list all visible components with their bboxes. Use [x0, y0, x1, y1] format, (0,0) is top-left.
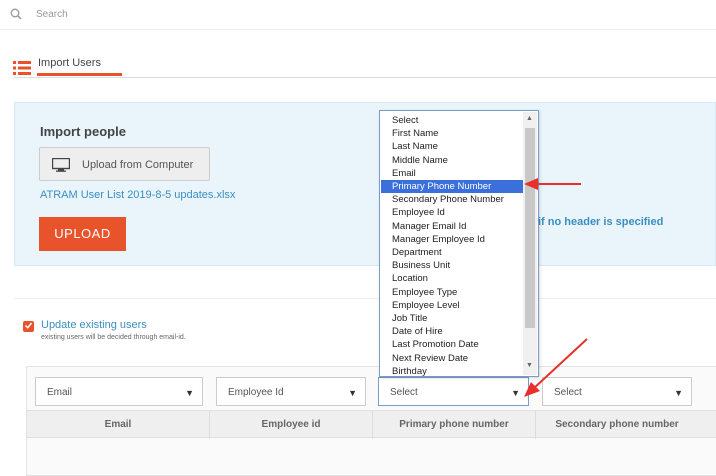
- update-existing-sublabel: existing users will be decided through e…: [41, 334, 186, 341]
- caret-down-icon: ▼: [348, 388, 357, 398]
- column-mapping-select-4[interactable]: Select ▼: [542, 377, 692, 406]
- scroll-up-icon[interactable]: ▲: [526, 115, 533, 122]
- dropdown-option[interactable]: Manager Email Id: [381, 220, 523, 233]
- search-placeholder[interactable]: Search: [36, 9, 68, 20]
- dropdown-option[interactable]: Manager Employee Id: [381, 233, 523, 246]
- scroll-down-icon[interactable]: ▼: [526, 362, 533, 369]
- column-header-secondary-phone: Secondary phone number: [555, 419, 679, 430]
- table-header-row: Email Employee id Primary phone number S…: [27, 410, 716, 439]
- dropdown-option[interactable]: Employee Level: [381, 299, 523, 312]
- select-value: Select: [390, 387, 418, 398]
- mapping-select-row: Email ▼ Employee Id ▼ Select ▼ Select ▼: [27, 373, 716, 410]
- import-panel: Import people Upload from Computer ATRAM…: [14, 102, 716, 266]
- dropdown-option[interactable]: Primary Phone Number: [381, 180, 523, 193]
- caret-down-icon: ▼: [511, 388, 520, 398]
- dropdown-option[interactable]: Department: [381, 246, 523, 259]
- update-existing-label[interactable]: Update existing users: [41, 319, 147, 331]
- tab-import-users[interactable]: Import Users: [38, 57, 101, 69]
- dropdown-option[interactable]: Birthday: [381, 365, 523, 378]
- dropdown-option[interactable]: Business Unit: [381, 259, 523, 272]
- dropdown-option[interactable]: Middle Name: [381, 154, 523, 167]
- active-tab-indicator: [37, 73, 122, 76]
- dropdown-option[interactable]: Next Review Date: [381, 352, 523, 365]
- column-header-employee-id: Employee id: [261, 419, 321, 430]
- column-header-email: Email: [104, 419, 132, 430]
- update-existing-checkbox[interactable]: [23, 321, 34, 332]
- column-header-primary-phone: Primary phone number: [399, 419, 509, 430]
- dropdown-option[interactable]: Location: [381, 272, 523, 285]
- column-mapping-select-1[interactable]: Email ▼: [35, 377, 203, 406]
- header-note: if no header is specified: [538, 216, 664, 228]
- dropdown-option[interactable]: Date of Hire: [381, 325, 523, 338]
- dropdown-option[interactable]: Employee Type: [381, 286, 523, 299]
- dropdown-option[interactable]: Email: [381, 167, 523, 180]
- dropdown-scrollbar[interactable]: ▲ ▼: [523, 112, 537, 375]
- selected-file-name: ATRAM User List 2019-8-5 updates.xlsx: [40, 189, 236, 201]
- caret-down-icon: ▼: [674, 388, 683, 398]
- dropdown-option[interactable]: Last Name: [381, 140, 523, 153]
- column-mapping-select-2[interactable]: Employee Id ▼: [216, 377, 366, 406]
- select-value: Employee Id: [228, 387, 284, 398]
- dropdown-option[interactable]: Last Promotion Date: [381, 338, 523, 351]
- caret-down-icon: ▼: [185, 388, 194, 398]
- dropdown-option[interactable]: Select: [381, 114, 523, 127]
- tabs-divider: [14, 77, 716, 78]
- list-icon: [13, 61, 31, 75]
- dropdown-option[interactable]: Employee Id: [381, 206, 523, 219]
- column-mapping-select-3[interactable]: Select ▼: [378, 377, 529, 406]
- dropdown-option[interactable]: Job Title: [381, 312, 523, 325]
- select-value: Select: [554, 387, 582, 398]
- upload-from-computer-label: Upload from Computer: [82, 159, 194, 171]
- monitor-icon: [52, 158, 70, 172]
- upload-from-computer-button[interactable]: Upload from Computer: [39, 147, 210, 181]
- search-icon: [10, 8, 22, 20]
- scrollbar-thumb[interactable]: [525, 128, 535, 328]
- check-icon: [25, 322, 32, 329]
- upload-button[interactable]: UPLOAD: [39, 217, 126, 251]
- dropdown-option[interactable]: First Name: [381, 127, 523, 140]
- select-value: Email: [47, 387, 73, 398]
- search-bar[interactable]: Search: [0, 0, 716, 30]
- import-title: Import people: [40, 124, 126, 139]
- dropdown-option[interactable]: Secondary Phone Number: [381, 193, 523, 206]
- column-mapping-dropdown[interactable]: Select First Name Last Name Middle Name Emai…: [379, 110, 539, 377]
